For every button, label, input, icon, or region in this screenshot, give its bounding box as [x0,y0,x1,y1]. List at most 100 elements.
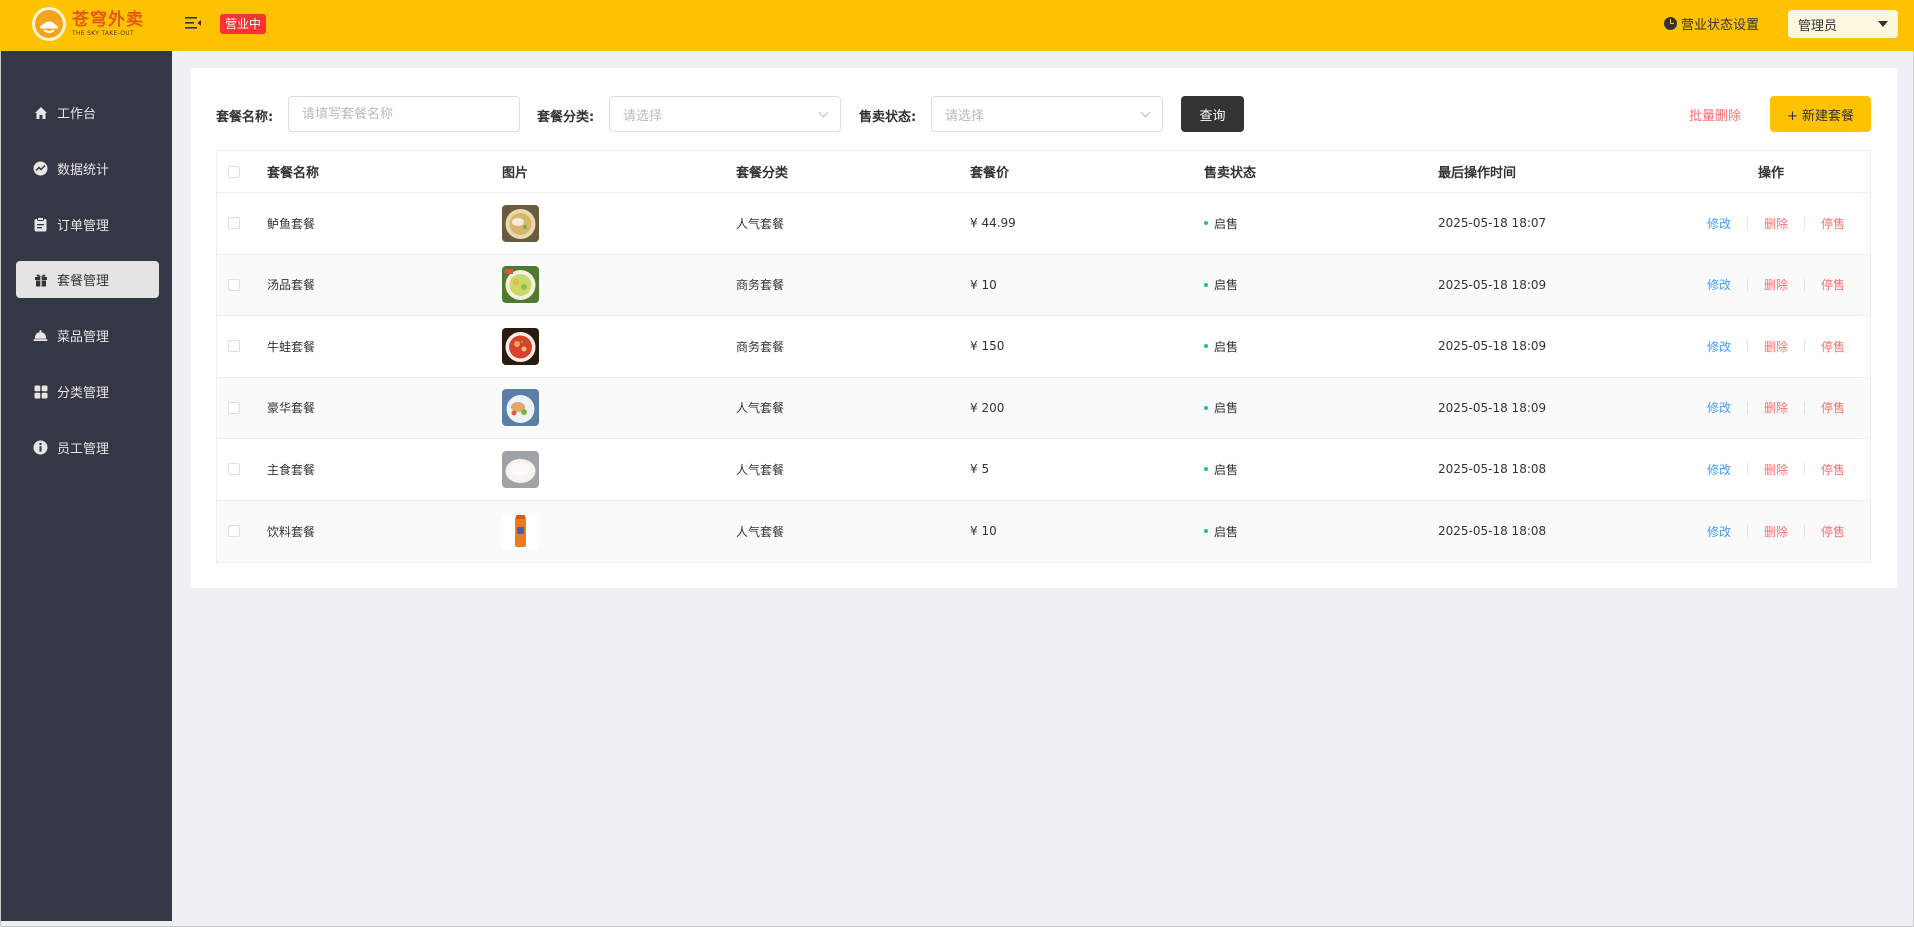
chart-icon [33,161,48,176]
stop-sale-button[interactable]: 停售 [1821,523,1845,540]
combo-name: 汤品套餐 [267,278,316,293]
column-header-category: 套餐分类 [736,166,789,181]
sale-status-select[interactable]: 请选择 [931,96,1163,132]
stop-sale-button[interactable]: 停售 [1821,276,1845,293]
sidebar-item-orders[interactable]: 订单管理 [16,206,159,243]
caret-down-icon [1878,21,1888,27]
combo-price: ¥ 5 [970,462,990,477]
combo-category: 商务套餐 [736,339,785,354]
new-combo-button[interactable]: + 新建套餐 [1770,96,1871,132]
combo-category: 人气套餐 [736,216,785,231]
delete-button[interactable]: 删除 [1764,523,1788,540]
delete-button[interactable]: 删除 [1764,338,1788,355]
divider [1804,340,1806,353]
user-dropdown[interactable]: 管理员 [1788,10,1898,38]
combo-updated: 2025-05-18 18:09 [1438,277,1547,292]
status-dot-icon [1204,221,1208,226]
edit-button[interactable]: 修改 [1707,399,1731,416]
dish-icon [33,328,48,343]
sidebar-item-workbench[interactable]: 工作台 [16,94,159,131]
delete-button[interactable]: 删除 [1764,276,1788,293]
stop-sale-button[interactable]: 停售 [1821,215,1845,232]
status-dot-icon [1204,467,1208,472]
grid-icon [33,384,48,399]
batch-delete-button[interactable]: 批量删除 [1689,105,1741,124]
column-header-updated: 最后操作时间 [1438,166,1517,181]
top-bar: 苍穹外卖 THE SKY TAKE-OUT 营业中 营业状态设置 管理员 [0,0,1914,51]
combo-category-select[interactable]: 请选择 [609,96,841,132]
logo: 苍穹外卖 THE SKY TAKE-OUT [32,7,144,41]
sidebar-item-employees[interactable]: 员工管理 [16,429,159,466]
column-header-status: 售卖状态 [1204,166,1257,181]
home-icon [33,105,48,120]
stop-sale-button[interactable]: 停售 [1821,461,1845,478]
row-checkbox[interactable] [228,340,240,353]
combo-image [502,450,539,488]
select-all-checkbox[interactable] [228,165,240,178]
divider [1804,217,1806,230]
edit-button[interactable]: 修改 [1707,461,1731,478]
combo-image [502,327,539,365]
status-dot-icon [1204,529,1208,534]
combo-category: 人气套餐 [736,401,785,416]
user-name: 管理员 [1798,18,1838,34]
combo-image [502,512,539,550]
row-checkbox[interactable] [228,217,240,230]
combo-name: 主食套餐 [267,462,316,477]
shop-status-setting-button[interactable]: 营业状态设置 [1664,14,1759,33]
combo-price: ¥ 150 [970,339,1005,354]
edit-button[interactable]: 修改 [1707,276,1731,293]
table-row: 汤品套餐 商务套餐 ¥ 10 启售 2025-05-18 18:09 修改 删除… [217,254,1870,316]
sidebar-item-combos[interactable]: 套餐管理 [16,261,159,298]
menu-toggle-icon[interactable] [184,16,202,34]
combo-name: 鲈鱼套餐 [267,216,316,231]
edit-button[interactable]: 修改 [1707,215,1731,232]
sale-status-placeholder: 请选择 [945,108,985,124]
combo-name-input[interactable] [288,96,520,132]
combo-image [502,266,539,304]
combo-category: 人气套餐 [736,524,785,539]
sidebar-item-label: 数据统计 [57,163,110,178]
gift-icon [33,272,48,287]
sidebar-item-label: 工作台 [57,107,97,122]
delete-button[interactable]: 删除 [1764,215,1788,232]
row-checkbox[interactable] [228,463,240,476]
combo-image [502,204,539,242]
sidebar-item-label: 套餐管理 [57,274,110,289]
sidebar-item-label: 员工管理 [57,442,110,457]
delete-button[interactable]: 删除 [1764,461,1788,478]
divider [1747,340,1749,353]
row-checkbox[interactable] [228,278,240,291]
combo-category: 商务套餐 [736,278,785,293]
table-row: 牛蛙套餐 商务套餐 ¥ 150 启售 2025-05-18 18:09 修改 删… [217,316,1870,378]
divider [1747,525,1749,538]
divider [1747,278,1749,291]
sidebar-item-categories[interactable]: 分类管理 [16,373,159,410]
query-button[interactable]: 查询 [1181,96,1244,132]
logo-icon [32,7,66,41]
combo-status: 启售 [1214,524,1239,539]
delete-button[interactable]: 删除 [1764,399,1788,416]
edit-button[interactable]: 修改 [1707,338,1731,355]
combo-updated: 2025-05-18 18:08 [1438,524,1547,539]
chevron-down-icon [1140,107,1151,117]
sidebar-item-dishes[interactable]: 菜品管理 [16,317,159,354]
column-header-price: 套餐价 [970,166,1010,181]
combo-status: 启售 [1214,216,1239,231]
column-header-actions: 操作 [1758,166,1785,181]
divider [1804,401,1806,414]
combo-status: 启售 [1214,401,1239,416]
stop-sale-button[interactable]: 停售 [1821,338,1845,355]
row-checkbox[interactable] [228,401,240,414]
combo-updated: 2025-05-18 18:09 [1438,339,1547,354]
logo-title: 苍穹外卖 [72,9,144,30]
combo-name-label: 套餐名称: [216,110,274,125]
row-checkbox[interactable] [228,525,240,538]
combo-updated: 2025-05-18 18:08 [1438,462,1547,477]
shop-status-setting-label: 营业状态设置 [1681,18,1760,33]
stop-sale-button[interactable]: 停售 [1821,399,1845,416]
combo-name: 牛蛙套餐 [267,339,316,354]
sidebar-item-statistics[interactable]: 数据统计 [16,150,159,187]
edit-button[interactable]: 修改 [1707,523,1731,540]
sidebar-item-label: 菜品管理 [57,330,110,345]
